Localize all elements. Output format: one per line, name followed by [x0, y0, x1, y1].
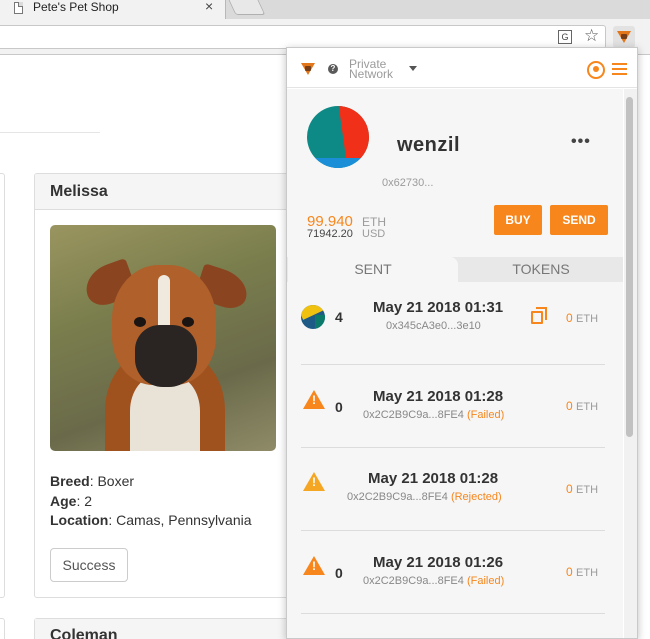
pet-photo — [50, 225, 276, 451]
age-value: : 2 — [76, 492, 93, 509]
pet-name: Coleman — [35, 619, 303, 639]
warning-icon: ! — [303, 472, 325, 491]
buy-button[interactable]: BUY — [494, 205, 542, 235]
tab-title: Pete's Pet Shop — [33, 0, 119, 14]
tab-tokens[interactable]: TOKENS — [459, 257, 623, 282]
browser-tab[interactable]: Pete's Pet Shop × — [0, 0, 226, 19]
network-selector[interactable]: Private Network — [349, 58, 409, 80]
tx-nonce: 0 — [335, 399, 343, 415]
transaction-row[interactable]: ! 0 May 21 2018 01:26 0x2C2B9C9a...8FE4 … — [287, 531, 623, 614]
breed-value: : Boxer — [89, 473, 135, 489]
account-identicon — [307, 106, 369, 168]
pet-card-partial — [0, 618, 5, 639]
metamask-fox-icon — [301, 62, 315, 76]
eth-unit: ETH — [362, 215, 386, 229]
tx-value: 0 ETH — [566, 399, 599, 413]
tab-sent[interactable]: SENT — [288, 257, 458, 282]
location-value: : Camas, Pennsylvania — [108, 512, 252, 528]
usd-balance: 71942.20 — [307, 228, 353, 240]
warning-icon: ! — [303, 556, 325, 575]
chevron-down-icon[interactable] — [409, 66, 417, 71]
translate-icon[interactable]: G — [558, 30, 572, 44]
adopt-button[interactable]: Success — [50, 548, 128, 582]
activity-tabs: SENT TOKENS — [287, 257, 623, 282]
tx-nonce: 4 — [335, 309, 343, 325]
more-options-icon[interactable]: ••• — [571, 133, 591, 151]
metamask-popup: ? Private Network wenzil ••• 0x62730... … — [286, 47, 638, 639]
account-switch-icon[interactable] — [587, 61, 605, 79]
close-tab-icon[interactable]: × — [205, 0, 213, 14]
scrollbar-thumb[interactable] — [626, 97, 633, 437]
scrollbar[interactable] — [624, 89, 637, 638]
menu-icon[interactable] — [612, 63, 627, 75]
tx-value: 0 ETH — [566, 482, 599, 496]
pet-details: Breed: Boxer Age: 2 Location: Camas, Pen… — [50, 472, 252, 531]
transaction-row[interactable]: 4 May 21 2018 01:31 0x345cA3e0...3e10 0 … — [287, 282, 623, 365]
tx-date: May 21 2018 01:28 — [373, 388, 504, 405]
location-label: Location — [50, 512, 109, 528]
tx-date: May 21 2018 01:31 — [373, 299, 504, 316]
new-tab-button[interactable] — [228, 0, 266, 15]
tx-nonce: 0 — [335, 565, 343, 581]
transaction-row[interactable]: ! 0 May 21 2018 01:28 0x2C2B9C9a...8FE4 … — [287, 365, 623, 448]
pet-card: Melissa Breed: Boxer Age: 2 Location: Ca… — [34, 173, 304, 598]
tx-address: 0x345cA3e0...3e10 — [386, 320, 481, 332]
tx-address: 0x2C2B9C9a...8FE4 (Rejected) — [347, 491, 502, 503]
document-icon — [14, 2, 23, 14]
tab-strip: Pete's Pet Shop × — [0, 0, 650, 19]
metamask-extension-button[interactable] — [613, 26, 635, 48]
breed-label: Breed — [50, 473, 90, 489]
tx-address: 0x2C2B9C9a...8FE4 (Failed) — [363, 409, 505, 421]
account-name: wenzil — [397, 134, 461, 156]
account-address[interactable]: 0x62730... — [382, 177, 433, 189]
address-bar[interactable] — [0, 25, 606, 49]
tx-date: May 21 2018 01:26 — [373, 554, 504, 571]
send-button[interactable]: SEND — [550, 205, 608, 235]
tx-date: May 21 2018 01:28 — [368, 470, 499, 487]
pet-name: Melissa — [35, 174, 303, 210]
divider — [0, 132, 100, 133]
pet-card-partial — [0, 173, 5, 598]
tx-address: 0x2C2B9C9a...8FE4 (Failed) — [363, 575, 505, 587]
usd-unit: USD — [362, 228, 386, 240]
divider — [301, 613, 605, 614]
tx-value: 0 ETH — [566, 311, 599, 325]
help-icon[interactable]: ? — [328, 64, 338, 74]
copy-icon[interactable] — [531, 307, 547, 324]
tx-value: 0 ETH — [566, 565, 599, 579]
recipient-identicon — [301, 305, 325, 329]
metamask-header: ? Private Network — [287, 48, 637, 88]
age-label: Age — [50, 492, 77, 509]
transaction-row[interactable]: ! May 21 2018 01:28 0x2C2B9C9a...8FE4 (R… — [287, 448, 623, 531]
warning-icon: ! — [303, 390, 325, 409]
account-detail: wenzil ••• 0x62730... 99.940 ETH 71942.2… — [287, 89, 623, 638]
metamask-fox-icon — [617, 30, 631, 44]
bookmark-star-icon[interactable]: ☆ — [584, 26, 599, 46]
pet-card: Coleman — [34, 618, 304, 639]
